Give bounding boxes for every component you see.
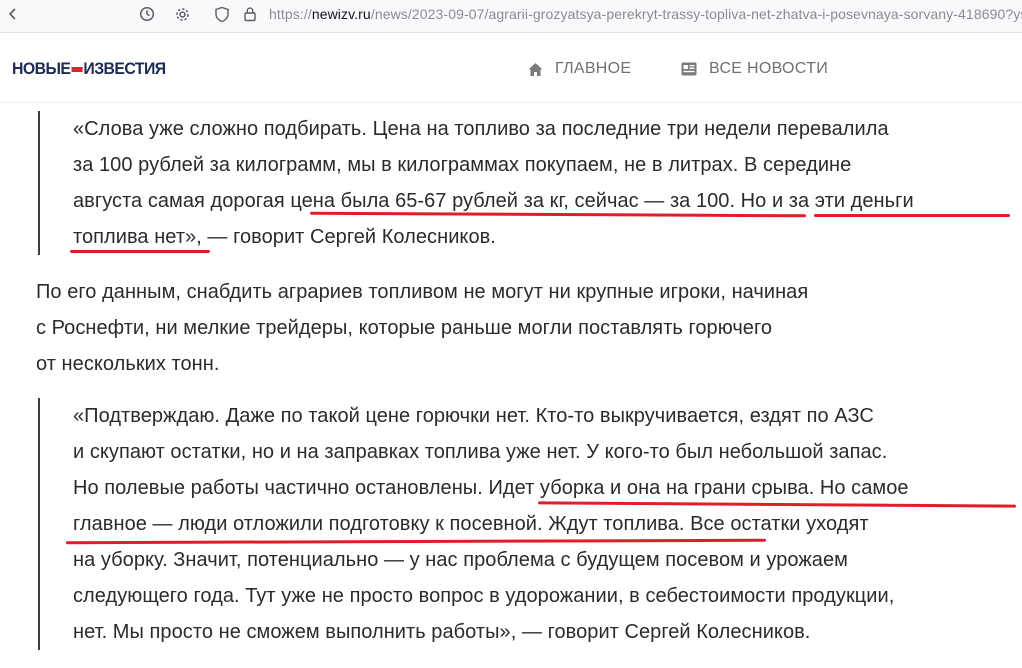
blockquote-1: «Слова уже сложно подбирать. Цена на топ… [38, 111, 914, 255]
highlight-underline [70, 250, 210, 253]
nav-all-news[interactable]: ВСЕ НОВОСТИ [681, 59, 828, 79]
logo-flag-mark [71, 63, 83, 75]
paragraph-line: от нескольких тонн. [36, 353, 220, 375]
quote2-line: следующего года. Тут уже не просто вопро… [73, 585, 895, 607]
nav-main[interactable]: ГЛАВНОЕ [528, 59, 631, 79]
url-domain: newizv.ru [311, 6, 371, 22]
lock-icon [240, 0, 260, 28]
settings-icon[interactable] [171, 0, 193, 28]
quote2-line: и скупают остатки, но и на заправках топ… [73, 441, 888, 463]
paragraph-line: с Роснефти, ни мелкие трейдеры, которые … [36, 317, 773, 339]
history-icon[interactable] [136, 0, 158, 28]
logo-text-right: ИЗВЕСТИЯ [83, 59, 166, 78]
site-logo[interactable]: НОВЫЕ ИЗВЕСТИЯ [12, 59, 166, 79]
highlight-underline [814, 214, 1010, 217]
blockquote-2: «Подтверждаю. Даже по такой цене горючки… [38, 398, 909, 650]
browser-url-bar: https://newizv.ru/news/2023-09-07/agrari… [0, 0, 1022, 33]
nav-main-label: ГЛАВНОЕ [555, 60, 632, 77]
article-body: «Слова уже сложно подбирать. Цена на топ… [0, 103, 1022, 668]
quote2-line: главное — люди отложили подготовку к пос… [73, 513, 869, 535]
news-icon [681, 62, 697, 76]
nav-all-news-label: ВСЕ НОВОСТИ [709, 60, 828, 77]
quote2-line: Но полевые работы частично остановлены. … [73, 477, 909, 499]
paragraph: По его данным, снабдить аграриев топливо… [36, 274, 808, 382]
shield-icon[interactable] [211, 0, 233, 28]
url-field[interactable]: https://newizv.ru/news/2023-09-07/agrari… [269, 5, 1022, 23]
back-arrow-icon[interactable] [4, 0, 22, 28]
quote2-line: на уборку. Значит, потенциально — у нас … [73, 549, 848, 571]
quote2-line: «Подтверждаю. Даже по такой цене горючки… [73, 405, 874, 427]
paragraph-line: По его данным, снабдить аграриев топливо… [36, 281, 809, 303]
quote2-line: нет. Мы просто не сможем выполнить работ… [73, 621, 811, 643]
logo-text-left: НОВЫЕ [12, 59, 71, 78]
site-header: НОВЫЕ ИЗВЕСТИЯ ГЛАВНОЕ ВСЕ НОВОСТИ [0, 33, 1022, 103]
quote1-line: за 100 рублей за килограмм, мы в килогра… [73, 154, 852, 176]
url-prefix: https:// [269, 6, 312, 22]
quote1-line: «Слова уже сложно подбирать. Цена на топ… [73, 118, 889, 140]
home-icon [528, 62, 543, 76]
url-path: /news/2023-09-07/agrarii-grozyatsya-pere… [370, 6, 1022, 22]
